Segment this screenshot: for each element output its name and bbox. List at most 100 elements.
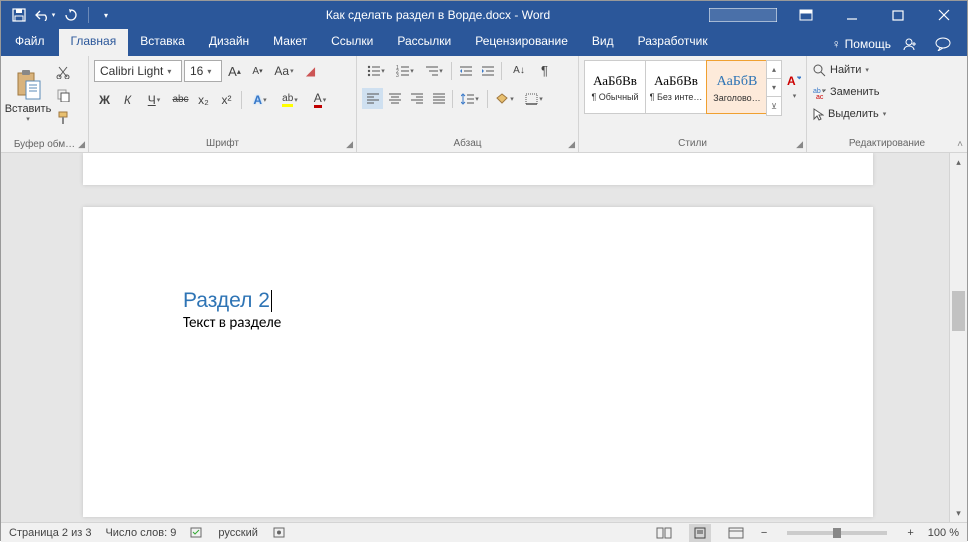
- tell-me-button[interactable]: ♀Помощь: [832, 37, 891, 51]
- text-effects-button[interactable]: A▾: [246, 89, 274, 110]
- share-button[interactable]: [897, 32, 921, 56]
- references-tab[interactable]: Ссылки: [319, 29, 385, 56]
- styles-group: АаБбВв¶ ОбычныйАаБбВв¶ Без инте…АаБбВЗаг…: [579, 56, 807, 152]
- superscript-button[interactable]: x²: [216, 89, 237, 110]
- text-cursor: [271, 290, 272, 312]
- view-tab[interactable]: Вид: [580, 29, 626, 56]
- file-tab[interactable]: Файл: [1, 29, 59, 56]
- zoom-level-status[interactable]: 100 %: [928, 527, 959, 539]
- document-page[interactable]: Раздел 2 Текст в разделе: [83, 207, 873, 517]
- lightbulb-icon: ♀: [832, 37, 841, 51]
- align-right-button[interactable]: [406, 88, 427, 109]
- svg-text:3: 3: [396, 73, 399, 77]
- macro-status[interactable]: [272, 526, 286, 539]
- strikethrough-button[interactable]: abc: [170, 89, 191, 110]
- styles-scroll-up[interactable]: ▴: [767, 61, 781, 79]
- styles-scroll-down[interactable]: ▾: [767, 79, 781, 97]
- scroll-down-button[interactable]: ▾: [950, 504, 967, 522]
- heading-text[interactable]: Раздел 2: [183, 289, 873, 313]
- cut-button[interactable]: [53, 62, 73, 82]
- increase-indent-button[interactable]: [477, 60, 498, 81]
- decrease-indent-button[interactable]: [455, 60, 476, 81]
- vertical-scrollbar[interactable]: ▴ ▾: [949, 153, 967, 522]
- font-group: Calibri Light▾ 16▾ A▴ A▾ Aa▾ ◢ Ж К Ч▾ ab…: [89, 56, 357, 152]
- quick-access-toolbar: ▾ ▾: [1, 3, 118, 27]
- change-styles-button[interactable]: A ▾: [785, 60, 803, 114]
- review-tab[interactable]: Рецензирование: [463, 29, 580, 56]
- home-tab[interactable]: Главная: [59, 29, 129, 56]
- align-center-button[interactable]: [384, 88, 405, 109]
- body-text[interactable]: Текст в разделе: [183, 314, 873, 332]
- bold-button[interactable]: Ж: [94, 89, 115, 110]
- scroll-track[interactable]: [950, 171, 967, 504]
- language-status[interactable]: русский: [218, 527, 257, 539]
- format-painter-button[interactable]: [53, 108, 73, 128]
- print-layout-button[interactable]: [689, 524, 711, 542]
- grow-font-button[interactable]: A▴: [224, 61, 245, 82]
- qat-customize-button[interactable]: ▾: [94, 3, 118, 27]
- page-number-status[interactable]: Страница 2 из 3: [9, 527, 91, 539]
- paste-button[interactable]: Вставить ▾: [5, 59, 51, 133]
- statusbar: Страница 2 из 3 Число слов: 9 русский − …: [1, 522, 967, 542]
- replace-button[interactable]: abac Заменить: [809, 81, 883, 103]
- eraser-icon: ◢: [306, 64, 315, 78]
- save-button[interactable]: [7, 3, 31, 27]
- insert-tab[interactable]: Вставка: [128, 29, 197, 56]
- highlight-button[interactable]: ab▾: [276, 89, 304, 110]
- change-case-button[interactable]: Aa▾: [270, 61, 298, 82]
- select-button[interactable]: Выделить▾: [809, 103, 890, 125]
- zoom-slider[interactable]: [787, 531, 887, 535]
- styles-launcher[interactable]: ◢: [796, 139, 803, 150]
- underline-button[interactable]: Ч▾: [140, 89, 168, 110]
- shrink-font-button[interactable]: A▾: [247, 61, 268, 82]
- subscript-button[interactable]: x₂: [193, 89, 214, 110]
- zoom-in-button[interactable]: +: [907, 527, 913, 539]
- clipboard-launcher[interactable]: ◢: [78, 139, 85, 150]
- maximize-button[interactable]: [875, 1, 921, 29]
- line-spacing-button[interactable]: ▾: [456, 88, 484, 109]
- minimize-button[interactable]: [829, 1, 875, 29]
- multilevel-list-button[interactable]: ▾: [420, 60, 448, 81]
- copy-button[interactable]: [53, 85, 73, 105]
- undo-button[interactable]: ▾: [33, 3, 57, 27]
- paragraph-launcher[interactable]: ◢: [568, 139, 575, 150]
- numbering-button[interactable]: 123▾: [391, 60, 419, 81]
- font-size-combobox[interactable]: 16▾: [184, 60, 222, 82]
- show-hide-button[interactable]: ¶: [534, 60, 555, 81]
- collapse-ribbon-button[interactable]: ˄: [957, 139, 963, 150]
- shading-button[interactable]: ▾: [491, 88, 519, 109]
- style-item-0[interactable]: АаБбВв¶ Обычный: [584, 60, 646, 114]
- style-item-2[interactable]: АаБбВЗаголово…: [706, 60, 768, 114]
- find-button[interactable]: Найти▾: [809, 59, 873, 81]
- zoom-slider-thumb[interactable]: [833, 528, 841, 538]
- layout-tab[interactable]: Макет: [261, 29, 319, 56]
- design-tab[interactable]: Дизайн: [197, 29, 261, 56]
- comments-button[interactable]: [927, 32, 959, 56]
- justify-button[interactable]: [428, 88, 449, 109]
- scroll-thumb[interactable]: [952, 291, 965, 331]
- web-layout-button[interactable]: [725, 524, 747, 542]
- spelling-status[interactable]: [190, 526, 204, 539]
- word-count-status[interactable]: Число слов: 9: [105, 527, 176, 539]
- account-placeholder: [703, 1, 783, 29]
- scroll-up-button[interactable]: ▴: [950, 153, 967, 171]
- read-mode-button[interactable]: [653, 524, 675, 542]
- font-launcher[interactable]: ◢: [346, 139, 353, 150]
- font-name-combobox[interactable]: Calibri Light▾: [94, 60, 182, 82]
- italic-button[interactable]: К: [117, 89, 138, 110]
- font-color-button[interactable]: A▾: [306, 89, 334, 110]
- document-area[interactable]: Раздел 2 Текст в разделе: [1, 153, 949, 522]
- redo-button[interactable]: [59, 3, 83, 27]
- close-button[interactable]: [921, 1, 967, 29]
- sort-button[interactable]: A↓: [505, 60, 533, 81]
- align-left-button[interactable]: [362, 88, 383, 109]
- clear-formatting-button[interactable]: ◢: [300, 61, 321, 82]
- developer-tab[interactable]: Разработчик: [626, 29, 720, 56]
- ribbon-display-options[interactable]: [783, 1, 829, 29]
- mailings-tab[interactable]: Рассылки: [385, 29, 463, 56]
- borders-button[interactable]: ▾: [520, 88, 548, 109]
- style-item-1[interactable]: АаБбВв¶ Без инте…: [645, 60, 707, 114]
- bullets-button[interactable]: ▾: [362, 60, 390, 81]
- styles-expand[interactable]: ⊻: [767, 97, 781, 115]
- zoom-out-button[interactable]: −: [761, 527, 767, 539]
